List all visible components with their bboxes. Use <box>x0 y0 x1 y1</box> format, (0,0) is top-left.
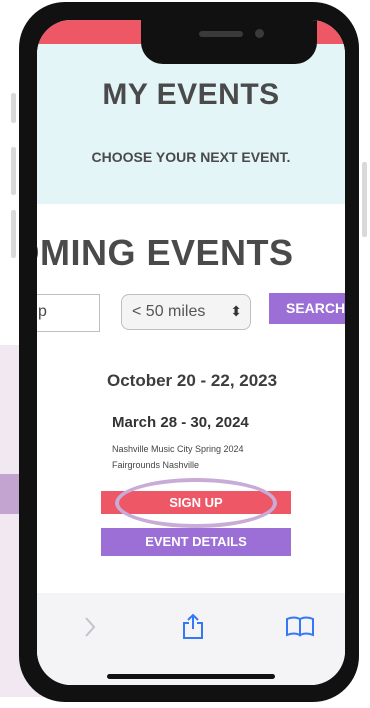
page-subtitle: CHOOSE YOUR NEXT EVENT. <box>91 149 291 165</box>
event-date: March 28 - 30, 2024 <box>112 414 249 431</box>
bookmarks-icon[interactable] <box>285 615 315 637</box>
highlight-ring <box>115 478 277 528</box>
page-title: MY EVENTS <box>102 78 280 111</box>
camera-icon <box>255 29 264 38</box>
event-name: Nashville Music City Spring 2024 <box>112 444 244 454</box>
share-icon[interactable] <box>181 612 205 640</box>
event-date: October 20 - 22, 2023 <box>107 371 278 390</box>
phone-power-button <box>362 162 367 237</box>
forward-icon[interactable] <box>83 616 97 638</box>
phone-volume-up-button <box>11 147 16 195</box>
distance-select[interactable]: < 50 miles ⬍ <box>121 294 251 330</box>
event-details-button[interactable]: EVENT DETAILS <box>101 528 291 556</box>
phone-volume-down-button <box>11 210 16 258</box>
distance-value: < 50 miles <box>132 303 206 320</box>
upcoming-events-heading: COMING EVENTS <box>37 232 294 273</box>
search-button[interactable]: SEARCH <box>269 293 345 324</box>
phone-notch <box>141 20 317 64</box>
select-chevron-icon: ⬍ <box>230 303 242 319</box>
header-banner <box>37 44 345 204</box>
phone-screen: MY EVENTS CHOOSE YOUR NEXT EVENT. COMING… <box>37 20 345 685</box>
zip-input[interactable]: p <box>37 294 100 332</box>
speaker-icon <box>199 31 243 37</box>
browser-toolbar <box>37 593 345 685</box>
home-indicator <box>107 674 275 679</box>
event-venue: Fairgrounds Nashville <box>112 460 200 470</box>
phone-side-button <box>11 93 16 123</box>
